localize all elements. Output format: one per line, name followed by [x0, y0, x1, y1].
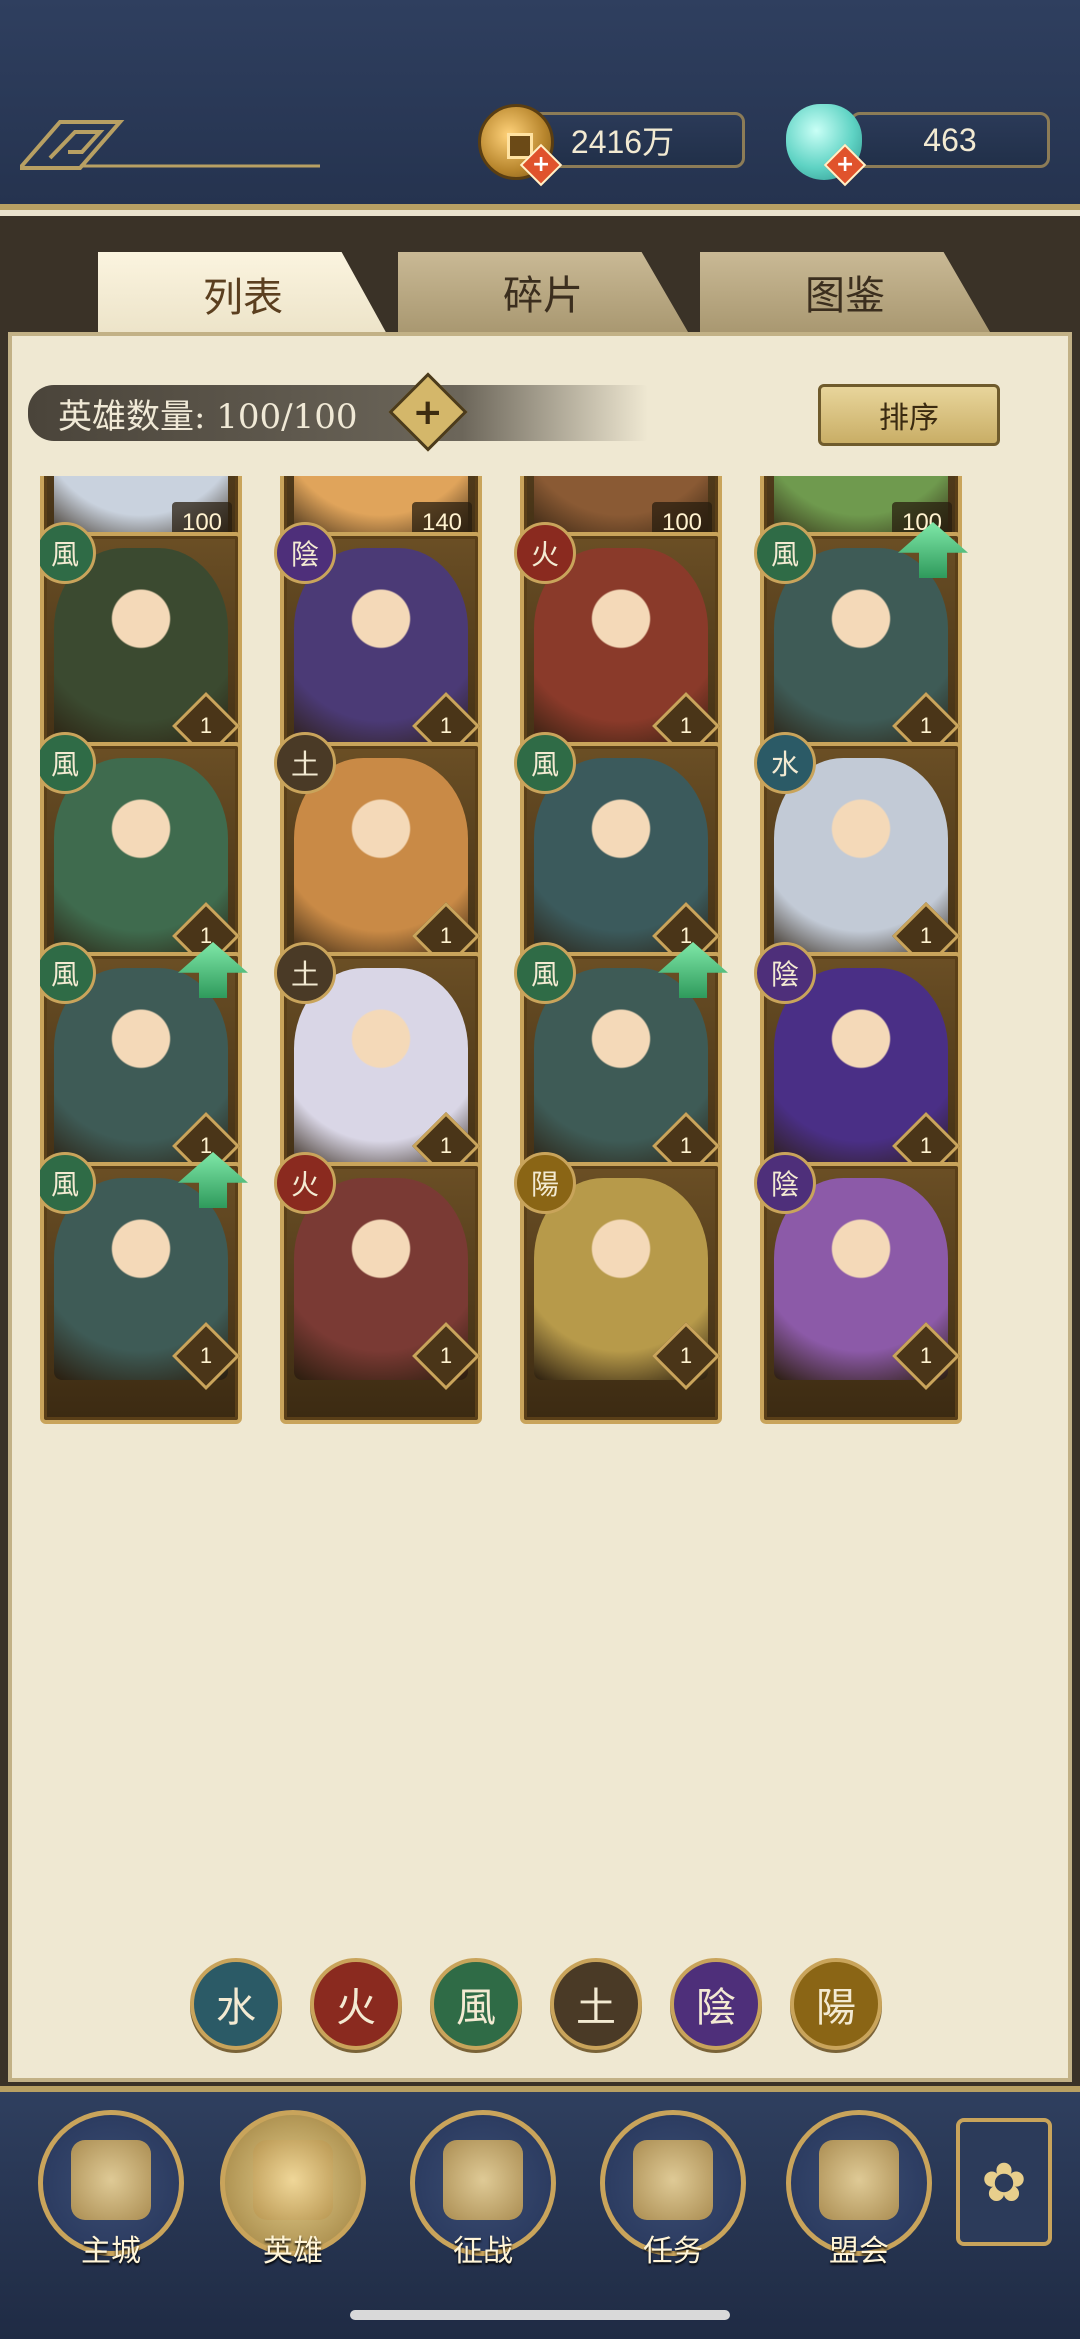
nav-icon	[443, 2140, 523, 2220]
nav-main-city[interactable]: 主城	[38, 2110, 188, 2290]
hero-level: 1	[679, 713, 693, 738]
hero-card[interactable]: 火1	[274, 1152, 482, 1424]
filter-fire-button[interactable]: 火	[310, 1958, 402, 2050]
nav-quests[interactable]: 任务	[600, 2110, 750, 2290]
nav-label: 任务	[643, 2234, 703, 2269]
element-badge: 火	[514, 522, 576, 584]
hero-level: 1	[919, 923, 933, 948]
hero-level: 1	[679, 1343, 693, 1368]
decorative-pattern-icon	[20, 120, 320, 170]
hero-level: 1	[439, 713, 453, 738]
coins-value: 2416万	[570, 124, 675, 160]
hero-level: 1	[199, 713, 213, 738]
hero-level: 1	[439, 1343, 453, 1368]
element-badge: 土	[274, 732, 336, 794]
element-badge: 風	[514, 732, 576, 794]
filter-water-button[interactable]: 水	[190, 1958, 282, 2050]
element-filter: 水火風土陰陽	[190, 1958, 910, 2054]
nav-guild[interactable]: 盟会	[786, 2110, 936, 2290]
hero-level: 1	[919, 713, 933, 738]
hero-card[interactable]: 陰1	[754, 1152, 962, 1424]
nav-label: 英雄	[263, 2234, 323, 2269]
nav-icon	[633, 2140, 713, 2220]
nav-campaign[interactable]: 征战	[410, 2110, 560, 2290]
nav-heroes[interactable]: 英雄	[220, 2110, 370, 2290]
filter-yang-button[interactable]: 陽	[790, 1958, 882, 2050]
element-badge: 陰	[754, 942, 816, 1004]
filter-earth-button[interactable]: 土	[550, 1958, 642, 2050]
home-indicator	[350, 2310, 730, 2320]
element-badge: 陰	[274, 522, 336, 584]
element-badge: 土	[274, 942, 336, 1004]
nav-icon	[253, 2140, 333, 2220]
hero-level: 1	[679, 1133, 693, 1158]
hero-level: 1	[919, 1133, 933, 1158]
sort-button[interactable]: 排序	[818, 384, 1000, 446]
element-badge: 陽	[514, 1152, 576, 1214]
element-badge: 風	[514, 942, 576, 1004]
hero-grid: 水100土140土100風100風1陰1火1風1風1土1風1水1風1土1風1陰1…	[40, 476, 1040, 1916]
element-badge: 陰	[754, 1152, 816, 1214]
hero-level: 1	[439, 1133, 453, 1158]
jade-value: 463	[923, 121, 977, 158]
tab-fragments[interactable]: 碎片	[398, 252, 688, 332]
tab-bar: 列表 碎片 图鉴	[0, 252, 1080, 336]
hero-level: 1	[439, 923, 453, 948]
element-badge: 水	[754, 732, 816, 794]
nav-label: 盟会	[829, 2234, 889, 2269]
filter-yin-button[interactable]: 陰	[670, 1958, 762, 2050]
filter-wind-button[interactable]: 風	[430, 1958, 522, 2050]
hero-card[interactable]: 風1	[40, 1152, 248, 1424]
element-badge: 風	[754, 522, 816, 584]
nav-label: 主城	[81, 2234, 141, 2269]
hero-card[interactable]: 陽1	[514, 1152, 722, 1424]
tab-list[interactable]: 列表	[98, 252, 388, 336]
element-badge: 火	[274, 1152, 336, 1214]
hero-count-text: 英雄数量: 100/100	[58, 396, 358, 437]
nav-icon	[71, 2140, 151, 2220]
menu-grid-icon[interactable]: ✿	[956, 2118, 1052, 2246]
hero-level: 1	[199, 1343, 213, 1368]
hero-count: 英雄数量: 100/100	[28, 385, 648, 441]
nav-icon	[819, 2140, 899, 2220]
nav-label: 征战	[453, 2234, 513, 2269]
hero-level: 1	[919, 1343, 933, 1368]
tab-codex[interactable]: 图鉴	[700, 252, 990, 332]
jade-display: 463	[850, 112, 1050, 168]
